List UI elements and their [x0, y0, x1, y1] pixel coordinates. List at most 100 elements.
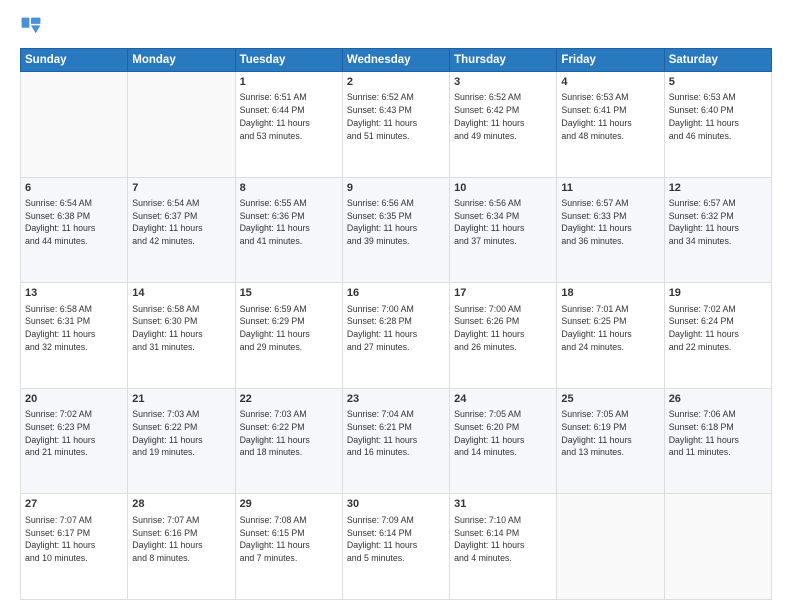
day-info: Sunrise: 7:00 AM Sunset: 6:28 PM Dayligh…: [347, 303, 445, 354]
logo-icon: [20, 16, 42, 38]
day-number: 12: [669, 181, 767, 196]
calendar-cell: 2Sunrise: 6:52 AM Sunset: 6:43 PM Daylig…: [342, 72, 449, 178]
day-info: Sunrise: 6:57 AM Sunset: 6:32 PM Dayligh…: [669, 197, 767, 248]
calendar-cell: 3Sunrise: 6:52 AM Sunset: 6:42 PM Daylig…: [450, 72, 557, 178]
day-info: Sunrise: 6:53 AM Sunset: 6:40 PM Dayligh…: [669, 91, 767, 142]
day-number: 20: [25, 392, 123, 407]
day-info: Sunrise: 7:03 AM Sunset: 6:22 PM Dayligh…: [132, 408, 230, 459]
week-row-5: 27 Sunrise: 7:07 AM Sunset: 6:17 PM Dayli…: [21, 494, 772, 600]
day-number: 18: [561, 286, 659, 301]
day-info: Sunrise: 6:57 AM Sunset: 6:33 PM Dayligh…: [561, 197, 659, 248]
calendar-cell: 22Sunrise: 7:03 AM Sunset: 6:22 PM Dayli…: [235, 388, 342, 494]
day-info: Sunrise: 6:59 AM Sunset: 6:29 PM Dayligh…: [240, 303, 338, 354]
day-number: 23: [347, 392, 445, 407]
day-info: Sunrise: 6:51 AM Sunset: 6:44 PM Dayligh…: [240, 91, 338, 142]
day-info: Sunrise: 7:03 AM Sunset: 6:22 PM Dayligh…: [240, 408, 338, 459]
calendar-cell: 26Sunrise: 7:06 AM Sunset: 6:18 PM Dayli…: [664, 388, 771, 494]
day-info: Sunrise: 6:52 AM Sunset: 6:43 PM Dayligh…: [347, 91, 445, 142]
day-number: 11: [561, 181, 659, 196]
day-number: 28: [132, 497, 230, 512]
calendar-cell: 12Sunrise: 6:57 AM Sunset: 6:32 PM Dayli…: [664, 177, 771, 283]
day-number: 7: [132, 181, 230, 196]
day-number: 5: [669, 75, 767, 90]
day-info: Sunrise: 7:02 AM Sunset: 6:24 PM Dayligh…: [669, 303, 767, 354]
calendar-cell: 4Sunrise: 6:53 AM Sunset: 6:41 PM Daylig…: [557, 72, 664, 178]
calendar-cell: 31 Sunrise: 7:10 AM Sunset: 6:14 PM Dayli…: [450, 494, 557, 600]
day-number: 31: [454, 497, 552, 512]
weekday-header-thursday: Thursday: [450, 49, 557, 72]
day-number: 14: [132, 286, 230, 301]
calendar-cell: 17 Sunrise: 7:00 AM Sunset: 6:26 PM Dayli…: [450, 283, 557, 389]
week-row-1: 1Sunrise: 6:51 AM Sunset: 6:44 PM Daylig…: [21, 72, 772, 178]
day-number: 19: [669, 286, 767, 301]
day-info: Sunrise: 7:10 AM Sunset: 6:14 PM Dayligh…: [454, 514, 552, 565]
calendar-cell: 24Sunrise: 7:05 AM Sunset: 6:20 PM Dayli…: [450, 388, 557, 494]
day-info: Sunrise: 6:58 AM Sunset: 6:31 PM Dayligh…: [25, 303, 123, 354]
day-number: 24: [454, 392, 552, 407]
day-info: Sunrise: 6:56 AM Sunset: 6:34 PM Dayligh…: [454, 197, 552, 248]
weekday-header-row: SundayMondayTuesdayWednesdayThursdayFrid…: [21, 49, 772, 72]
calendar-cell: 13 Sunrise: 6:58 AM Sunset: 6:31 PM Dayli…: [21, 283, 128, 389]
calendar-cell: 7Sunrise: 6:54 AM Sunset: 6:37 PM Daylig…: [128, 177, 235, 283]
day-info: Sunrise: 7:01 AM Sunset: 6:25 PM Dayligh…: [561, 303, 659, 354]
calendar-cell: 5Sunrise: 6:53 AM Sunset: 6:40 PM Daylig…: [664, 72, 771, 178]
day-number: 9: [347, 181, 445, 196]
logo: [20, 16, 46, 38]
day-number: 22: [240, 392, 338, 407]
day-info: Sunrise: 7:02 AM Sunset: 6:23 PM Dayligh…: [25, 408, 123, 459]
calendar-cell: [128, 72, 235, 178]
day-info: Sunrise: 7:00 AM Sunset: 6:26 PM Dayligh…: [454, 303, 552, 354]
week-row-3: 13 Sunrise: 6:58 AM Sunset: 6:31 PM Dayli…: [21, 283, 772, 389]
day-info: Sunrise: 7:09 AM Sunset: 6:14 PM Dayligh…: [347, 514, 445, 565]
day-number: 13: [25, 286, 123, 301]
day-number: 4: [561, 75, 659, 90]
day-number: 16: [347, 286, 445, 301]
day-number: 17: [454, 286, 552, 301]
day-info: Sunrise: 6:58 AM Sunset: 6:30 PM Dayligh…: [132, 303, 230, 354]
calendar-cell: [21, 72, 128, 178]
header: [20, 16, 772, 38]
day-info: Sunrise: 6:55 AM Sunset: 6:36 PM Dayligh…: [240, 197, 338, 248]
calendar-cell: 6Sunrise: 6:54 AM Sunset: 6:38 PM Daylig…: [21, 177, 128, 283]
calendar-table: SundayMondayTuesdayWednesdayThursdayFrid…: [20, 48, 772, 600]
calendar-cell: 20Sunrise: 7:02 AM Sunset: 6:23 PM Dayli…: [21, 388, 128, 494]
day-number: 25: [561, 392, 659, 407]
calendar-cell: 28 Sunrise: 7:07 AM Sunset: 6:16 PM Dayli…: [128, 494, 235, 600]
day-number: 10: [454, 181, 552, 196]
day-info: Sunrise: 7:07 AM Sunset: 6:17 PM Dayligh…: [25, 514, 123, 565]
calendar-cell: 1Sunrise: 6:51 AM Sunset: 6:44 PM Daylig…: [235, 72, 342, 178]
calendar-cell: 21Sunrise: 7:03 AM Sunset: 6:22 PM Dayli…: [128, 388, 235, 494]
weekday-header-friday: Friday: [557, 49, 664, 72]
calendar-cell: 15 Sunrise: 6:59 AM Sunset: 6:29 PM Dayli…: [235, 283, 342, 389]
weekday-header-wednesday: Wednesday: [342, 49, 449, 72]
day-number: 27: [25, 497, 123, 512]
weekday-header-monday: Monday: [128, 49, 235, 72]
day-number: 15: [240, 286, 338, 301]
calendar-cell: 14 Sunrise: 6:58 AM Sunset: 6:30 PM Dayli…: [128, 283, 235, 389]
day-info: Sunrise: 6:52 AM Sunset: 6:42 PM Dayligh…: [454, 91, 552, 142]
calendar-cell: 27 Sunrise: 7:07 AM Sunset: 6:17 PM Dayli…: [21, 494, 128, 600]
calendar-cell: 30Sunrise: 7:09 AM Sunset: 6:14 PM Dayli…: [342, 494, 449, 600]
calendar-cell: [557, 494, 664, 600]
day-number: 3: [454, 75, 552, 90]
day-info: Sunrise: 7:05 AM Sunset: 6:20 PM Dayligh…: [454, 408, 552, 459]
day-number: 29: [240, 497, 338, 512]
day-info: Sunrise: 6:54 AM Sunset: 6:37 PM Dayligh…: [132, 197, 230, 248]
calendar-cell: 8Sunrise: 6:55 AM Sunset: 6:36 PM Daylig…: [235, 177, 342, 283]
day-info: Sunrise: 7:07 AM Sunset: 6:16 PM Dayligh…: [132, 514, 230, 565]
weekday-header-saturday: Saturday: [664, 49, 771, 72]
week-row-2: 6Sunrise: 6:54 AM Sunset: 6:38 PM Daylig…: [21, 177, 772, 283]
calendar-cell: 23Sunrise: 7:04 AM Sunset: 6:21 PM Dayli…: [342, 388, 449, 494]
day-info: Sunrise: 6:53 AM Sunset: 6:41 PM Dayligh…: [561, 91, 659, 142]
day-info: Sunrise: 7:04 AM Sunset: 6:21 PM Dayligh…: [347, 408, 445, 459]
weekday-header-tuesday: Tuesday: [235, 49, 342, 72]
calendar-cell: [664, 494, 771, 600]
day-info: Sunrise: 6:54 AM Sunset: 6:38 PM Dayligh…: [25, 197, 123, 248]
day-number: 1: [240, 75, 338, 90]
day-number: 8: [240, 181, 338, 196]
calendar-cell: 19 Sunrise: 7:02 AM Sunset: 6:24 PM Dayli…: [664, 283, 771, 389]
page: SundayMondayTuesdayWednesdayThursdayFrid…: [0, 0, 792, 612]
day-number: 21: [132, 392, 230, 407]
day-info: Sunrise: 7:06 AM Sunset: 6:18 PM Dayligh…: [669, 408, 767, 459]
calendar-cell: 18 Sunrise: 7:01 AM Sunset: 6:25 PM Dayli…: [557, 283, 664, 389]
